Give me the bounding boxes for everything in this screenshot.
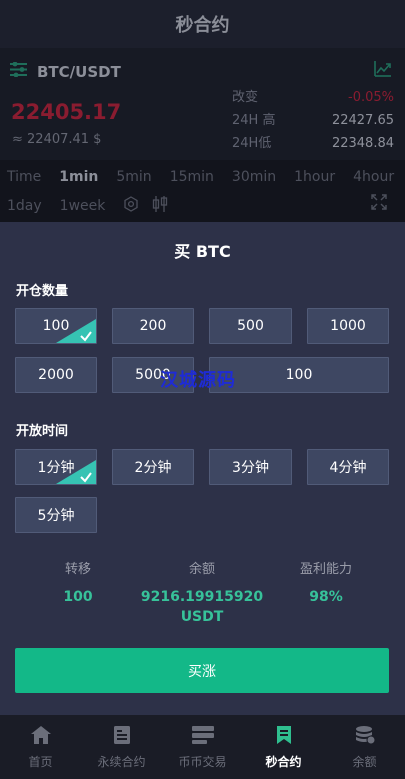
timeframe-row: Time 1min 5min 15min 30min 1hour 4hour <box>7 169 394 185</box>
bottom-nav: 首页 永续合约 币币交易 秒合约 余额 <box>0 715 405 779</box>
last-price: 22405.17 <box>11 100 122 124</box>
balance-value: 9216.19915920 USDT <box>140 589 264 625</box>
nav-item-home[interactable]: 首页 <box>0 715 81 779</box>
change-value: -0.05% <box>348 90 394 105</box>
quantity-label: 开仓数量 <box>16 284 69 299</box>
check-icon <box>80 472 92 483</box>
pair-selector[interactable]: BTC/USDT <box>10 61 121 81</box>
watermark-text: 汉城源码 <box>160 370 236 391</box>
ticker-panel: BTC/USDT 22405.17 ≈ 22407.41 $ 改变 -0.05%… <box>0 48 405 160</box>
settings-icon[interactable] <box>123 196 139 216</box>
nav-item-balance[interactable]: 余额 <box>324 715 405 779</box>
low-value: 22348.84 <box>331 136 394 151</box>
app-header: 秒合约 <box>0 0 405 48</box>
timeframe-1min[interactable]: 1min <box>59 169 98 185</box>
nav-item-second-contract[interactable]: 秒合约 <box>243 715 324 779</box>
timeframe-1hour[interactable]: 1hour <box>294 169 335 185</box>
buy-modal: 买 BTC 开仓数量 100 200 500 1000 2000 5000 10… <box>0 222 405 715</box>
home-icon <box>30 725 52 749</box>
quantity-option-200[interactable]: 200 <box>112 308 194 344</box>
quantity-option-500[interactable]: 500 <box>209 308 292 344</box>
fullscreen-icon[interactable] <box>371 194 387 214</box>
time-label: 开放时间 <box>16 424 69 439</box>
timeframe-bar: Time 1min 5min 15min 30min 1hour 4hour 1day 1we… <box>0 160 405 222</box>
timeframe-30min[interactable]: 30min <box>232 169 276 185</box>
stat-high: 24H 高 22427.65 <box>232 109 394 132</box>
timeframe-1day[interactable]: 1day <box>7 198 42 214</box>
time-option-4min[interactable]: 4分钟 <box>307 449 389 485</box>
stat-low: 24H低 22348.84 <box>232 132 394 155</box>
ticker-stats: 改变 -0.05% 24H 高 22427.65 24H低 22348.84 <box>232 86 394 155</box>
buy-up-button[interactable]: 买涨 <box>15 648 389 693</box>
chart-icon[interactable] <box>374 60 392 81</box>
high-value: 22427.65 <box>331 113 394 128</box>
exchange-icon <box>191 725 215 749</box>
time-option-2min[interactable]: 2分钟 <box>112 449 194 485</box>
profit-value: 98% <box>309 589 343 605</box>
nav-item-perpetual[interactable]: 永续合约 <box>81 715 162 779</box>
quantity-option-2000[interactable]: 2000 <box>15 357 97 393</box>
switch-icon[interactable] <box>10 61 27 81</box>
timeframe-row: 1day 1week <box>7 195 169 217</box>
pair-name: BTC/USDT <box>37 62 121 81</box>
summary-balance: 余额 9216.19915920 USDT <box>132 558 272 627</box>
timeframe-1week[interactable]: 1week <box>60 198 106 214</box>
stat-change: 改变 -0.05% <box>232 86 394 109</box>
candlestick-icon[interactable] <box>151 195 169 217</box>
timeframe-15min[interactable]: 15min <box>170 169 214 185</box>
time-option-1min[interactable]: 1分钟 <box>15 449 97 485</box>
timeframe-time[interactable]: Time <box>7 169 41 185</box>
summary-transfer: 转移 100 <box>43 558 113 607</box>
quantity-option-1000[interactable]: 1000 <box>307 308 389 344</box>
modal-title: 买 BTC <box>174 242 231 261</box>
check-icon <box>80 331 92 342</box>
timeframe-5min[interactable]: 5min <box>116 169 151 185</box>
quantity-option-100[interactable]: 100 <box>15 308 97 344</box>
coins-icon <box>354 725 376 749</box>
summary-profit: 盈利能力 98% <box>286 558 366 607</box>
timeframe-4hour[interactable]: 4hour <box>353 169 394 185</box>
transfer-value: 100 <box>63 589 93 605</box>
bookmark-icon <box>274 725 294 749</box>
page-title: 秒合约 <box>175 15 230 36</box>
approx-price: ≈ 22407.41 $ <box>12 132 102 147</box>
contract-icon <box>112 725 132 749</box>
time-option-3min[interactable]: 3分钟 <box>209 449 292 485</box>
time-option-5min[interactable]: 5分钟 <box>15 497 97 533</box>
nav-item-spot[interactable]: 币币交易 <box>162 715 243 779</box>
quantity-input[interactable]: 100 <box>209 357 389 393</box>
